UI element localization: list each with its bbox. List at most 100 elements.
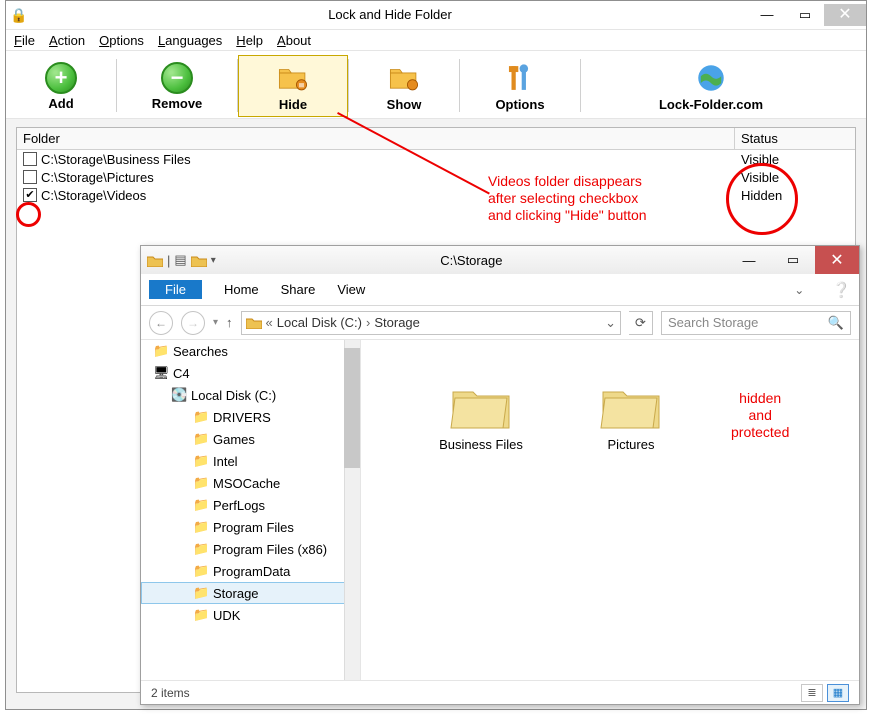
maximize-button[interactable]: ▭ <box>786 4 824 26</box>
checkbox[interactable] <box>23 152 37 166</box>
minimize-button[interactable]: — <box>748 4 786 26</box>
view-details-button[interactable]: ≣ <box>801 684 823 702</box>
tree-item[interactable]: 📁ProgramData <box>141 560 360 582</box>
minus-icon: − <box>161 62 193 94</box>
tree-label: C4 <box>173 366 190 381</box>
table-row[interactable]: C:\Storage\Business Files Visible <box>17 150 855 168</box>
folder-icon[interactable] <box>191 254 207 267</box>
tree-item[interactable]: 📁Intel <box>141 450 360 472</box>
ribbon-file-tab[interactable]: File <box>149 280 202 299</box>
tree-item[interactable]: 📁MSOCache <box>141 472 360 494</box>
history-dropdown-icon[interactable]: ▾ <box>213 317 218 328</box>
ribbon-collapse-icon[interactable]: ⌄ <box>788 283 810 297</box>
menu-help[interactable]: Help <box>236 33 263 48</box>
tree-icon: 🖥 <box>153 365 169 381</box>
explorer-minimize-button[interactable]: — <box>727 246 771 274</box>
app-icon: 🔒 <box>6 1 32 29</box>
add-button[interactable]: + Add <box>6 55 116 117</box>
explorer-address-bar: ← → ▾ ↑ « Local Disk (C:) › Storage ⌄ ⟳ … <box>141 306 859 340</box>
menu-file[interactable]: File <box>14 33 35 48</box>
content-folder-label: Pictures <box>581 437 681 452</box>
folder-lock-icon <box>276 61 310 95</box>
explorer-close-button[interactable]: ✕ <box>815 246 859 274</box>
folder-status: Hidden <box>735 188 855 203</box>
col-status[interactable]: Status <box>735 128 855 149</box>
folder-icon <box>246 316 262 329</box>
col-folder[interactable]: Folder <box>17 128 735 149</box>
tree-label: Searches <box>173 344 228 359</box>
tree-item[interactable]: 📁Program Files (x86) <box>141 538 360 560</box>
explorer-ribbon: File Home Share View ⌄ ❔ <box>141 274 859 306</box>
remove-button[interactable]: − Remove <box>117 55 237 117</box>
tree-item[interactable]: 📁PerfLogs <box>141 494 360 516</box>
tools-icon <box>503 61 537 95</box>
options-button[interactable]: Options <box>460 55 580 117</box>
table-row[interactable]: C:\Storage\Videos Hidden <box>17 186 855 204</box>
explorer-titlebar: | ▤ ▾ C:\Storage — ▭ ✕ <box>141 246 859 274</box>
tree-item[interactable]: 📁 UDK <box>141 604 360 626</box>
add-label: Add <box>48 96 73 111</box>
show-button[interactable]: Show <box>349 55 459 117</box>
options-label: Options <box>495 97 544 112</box>
tree-icon: 📁 <box>193 607 209 623</box>
breadcrumb-seg[interactable]: Local Disk (C:) <box>277 315 362 330</box>
show-label: Show <box>387 97 422 112</box>
qa-pipe: | <box>167 253 170 268</box>
ribbon-home-tab[interactable]: Home <box>224 282 259 297</box>
tree-label: PerfLogs <box>213 498 265 513</box>
ribbon-view-tab[interactable]: View <box>337 282 365 297</box>
menu-languages[interactable]: Languages <box>158 33 222 48</box>
tree-scrollbar-thumb[interactable] <box>344 348 360 468</box>
tree-icon: 💽 <box>171 387 187 403</box>
tree-icon: 📁 <box>193 563 209 579</box>
forward-button[interactable]: → <box>181 311 205 335</box>
close-button[interactable]: ✕ <box>824 4 866 26</box>
hide-button[interactable]: Hide <box>238 55 348 117</box>
tree-item[interactable]: 📁 Games <box>141 428 360 450</box>
refresh-button[interactable]: ⟳ <box>629 311 653 335</box>
search-input[interactable]: Search Storage 🔍 <box>661 311 851 335</box>
website-label: Lock-Folder.com <box>659 97 763 112</box>
tree-label: Program Files <box>213 520 294 535</box>
tree-item[interactable]: 🖥 C4 <box>141 362 360 384</box>
checkbox[interactable] <box>23 170 37 184</box>
tree-item[interactable]: 📁DRIVERS <box>141 406 360 428</box>
tree-label: Games <box>213 432 255 447</box>
qa-doc-icon[interactable]: ▤ <box>174 252 186 268</box>
tree-item[interactable]: 📁Searches <box>141 340 360 362</box>
back-button[interactable]: ← <box>149 311 173 335</box>
tree-item[interactable]: 💽Local Disk (C:) <box>141 384 360 406</box>
help-icon[interactable]: ❔ <box>832 281 851 299</box>
menu-action[interactable]: Action <box>49 33 85 48</box>
tree-item[interactable]: 📁Storage <box>141 582 360 604</box>
content-folder[interactable]: Business Files <box>431 380 531 452</box>
tree-item[interactable]: 📁Program Files <box>141 516 360 538</box>
menu-options[interactable]: Options <box>99 33 144 48</box>
plus-icon: + <box>45 62 77 94</box>
window-title: Lock and Hide Folder <box>32 1 748 29</box>
folder-unlock-icon <box>387 61 421 95</box>
tree-icon: 📁 <box>193 475 209 491</box>
titlebar: 🔒 Lock and Hide Folder — ▭ ✕ <box>6 1 866 29</box>
tree-icon: 📁 <box>193 431 209 447</box>
tree-label: UDK <box>213 608 240 623</box>
website-button[interactable]: Lock-Folder.com <box>581 55 841 117</box>
folder-icon <box>147 254 163 267</box>
explorer-tree[interactable]: 📁Searches🖥C4💽Local Disk (C:)📁DRIVERS📁Gam… <box>141 340 361 680</box>
chevron-down-icon[interactable]: ⌄ <box>605 315 616 331</box>
checkbox[interactable] <box>23 188 37 202</box>
folder-path: C:\Storage\Videos <box>41 188 735 203</box>
address-box[interactable]: « Local Disk (C:) › Storage ⌄ <box>241 311 621 335</box>
up-button[interactable]: ↑ <box>226 315 233 330</box>
explorer-content[interactable]: Business Files Pictures hidden and prote… <box>361 340 859 680</box>
menu-about[interactable]: About <box>277 33 311 48</box>
search-icon: 🔍 <box>828 315 844 331</box>
view-icons-button[interactable]: ▦ <box>827 684 849 702</box>
explorer-maximize-button[interactable]: ▭ <box>771 246 815 274</box>
table-row[interactable]: C:\Storage\Pictures Visible <box>17 168 855 186</box>
breadcrumb-seg[interactable]: Storage <box>374 315 420 330</box>
ribbon-share-tab[interactable]: Share <box>281 282 316 297</box>
folder-icon <box>599 380 663 434</box>
tree-icon: 📁 <box>193 585 209 601</box>
content-folder[interactable]: Pictures <box>581 380 681 452</box>
